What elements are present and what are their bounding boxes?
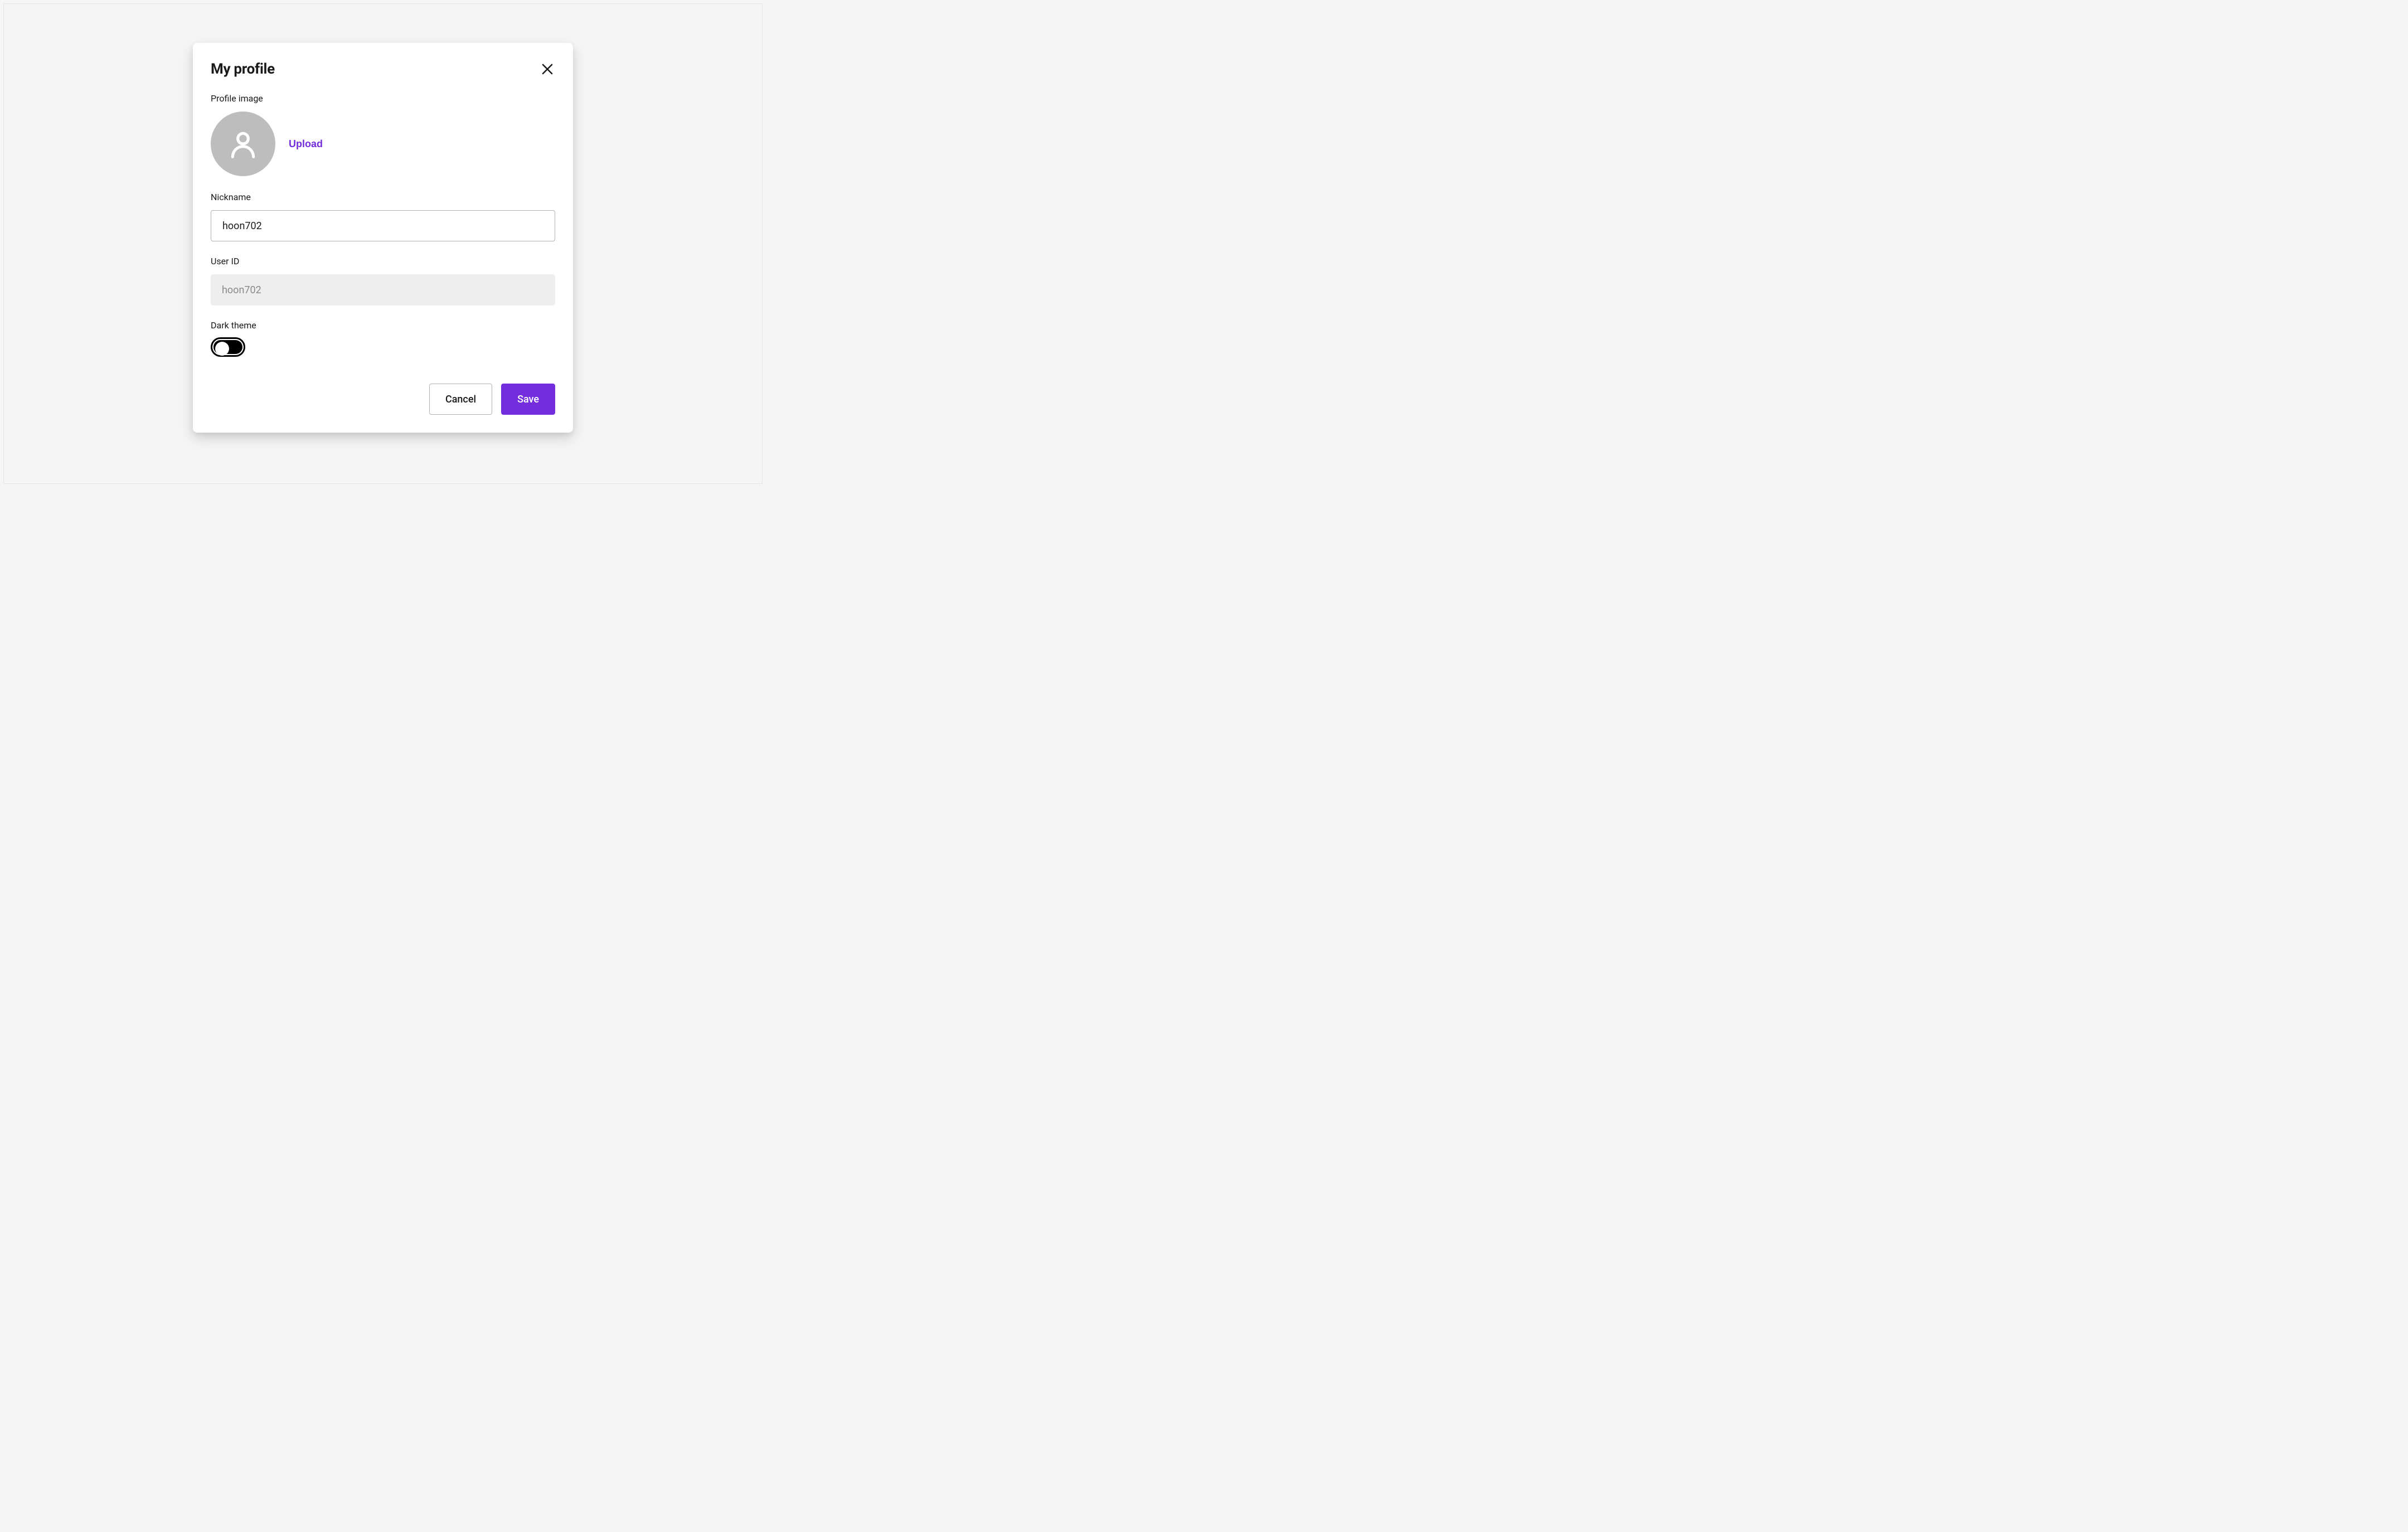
modal-title: My profile (211, 61, 275, 77)
profile-image-label: Profile image (211, 93, 555, 104)
close-button[interactable] (540, 61, 555, 77)
nickname-input[interactable] (211, 210, 555, 241)
modal-footer: Cancel Save (211, 384, 555, 415)
nickname-label: Nickname (211, 192, 555, 202)
nickname-section: Nickname (211, 192, 555, 241)
profile-image-section: Profile image Upload (211, 93, 555, 176)
user-id-label: User ID (211, 256, 555, 266)
upload-button[interactable]: Upload (289, 138, 323, 150)
user-id-readonly: hoon702 (211, 274, 555, 306)
dark-theme-label: Dark theme (211, 320, 555, 331)
avatar-placeholder (211, 111, 275, 176)
save-button[interactable]: Save (501, 384, 555, 415)
page-background: My profile Profile image Upload (3, 3, 763, 484)
profile-image-row: Upload (211, 111, 555, 176)
dark-theme-toggle[interactable] (211, 337, 245, 357)
toggle-knob (215, 342, 229, 356)
dark-theme-section: Dark theme (211, 320, 555, 357)
close-icon (541, 62, 554, 76)
user-id-section: User ID hoon702 (211, 256, 555, 306)
modal-header: My profile (211, 61, 555, 77)
cancel-button[interactable]: Cancel (429, 384, 492, 415)
profile-modal: My profile Profile image Upload (193, 43, 573, 433)
user-icon (227, 128, 259, 159)
